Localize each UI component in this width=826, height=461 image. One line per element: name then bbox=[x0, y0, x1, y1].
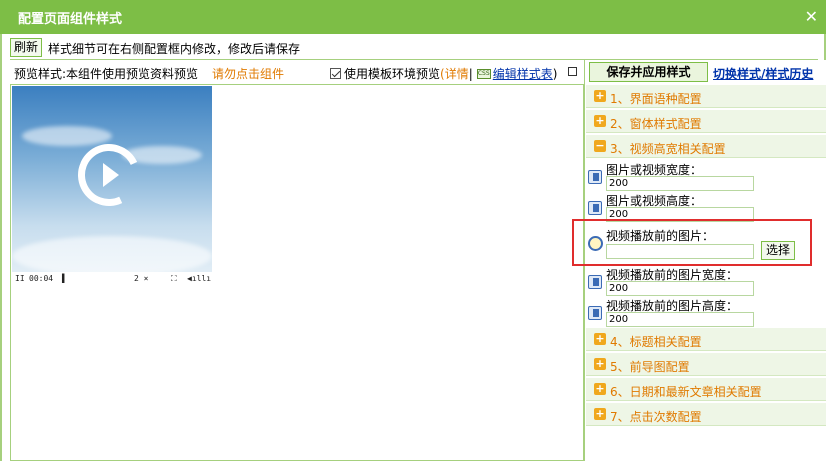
refresh-button[interactable]: 刷新 bbox=[10, 38, 43, 57]
section-title[interactable]: + 4、标题相关配置 bbox=[586, 328, 826, 351]
field-icon bbox=[588, 275, 602, 289]
section-video-size[interactable]: − 3、视频高宽相关配置 bbox=[586, 135, 826, 158]
preview-pane: II 00:04 ▌ 2 × ⛶ ◀ıllı bbox=[10, 84, 584, 461]
detail-close-paren: ) bbox=[552, 66, 558, 81]
section-label: 2、窗体样式配置 bbox=[610, 117, 702, 131]
detail-link[interactable]: 详情 bbox=[445, 65, 469, 82]
pause-icon[interactable]: II bbox=[15, 274, 25, 283]
css-icon: CSS bbox=[476, 68, 491, 79]
preview-warning: 请勿点击组件 bbox=[212, 67, 285, 81]
cloud-decoration bbox=[22, 126, 112, 146]
field-poster-height: 视频播放前的图片高度： bbox=[586, 296, 826, 328]
template-preview-option: 使用模板环境预览 ( 详情 | CSS 编辑样式表 ) bbox=[330, 65, 557, 82]
toolbar-tip: 样式细节可在右侧配置框内修改，修改后请保存 bbox=[48, 42, 301, 56]
field-icon bbox=[588, 306, 602, 320]
fullscreen-icon[interactable]: ⛶ bbox=[171, 274, 177, 284]
poster-height-input[interactable] bbox=[606, 312, 754, 327]
volume-icon[interactable]: ◀ıllı bbox=[187, 274, 211, 283]
field-icon bbox=[588, 170, 602, 184]
section-label: 4、标题相关配置 bbox=[610, 335, 702, 349]
expand-icon: + bbox=[594, 114, 606, 127]
collapse-icon: − bbox=[594, 139, 606, 152]
zoom-indicator[interactable]: 2 × bbox=[134, 274, 148, 283]
dialog-title: 配置页面组件样式 bbox=[18, 12, 123, 27]
section-click-count[interactable]: + 7、点击次数配置 bbox=[586, 403, 826, 426]
expand-icon: + bbox=[594, 332, 606, 345]
playback-time: 00:04 bbox=[29, 274, 54, 283]
media-width-input[interactable] bbox=[606, 176, 754, 191]
preview-label: 预览样式:本组件使用预览资料预览 bbox=[14, 67, 199, 81]
square-icon[interactable] bbox=[568, 67, 577, 76]
play-icon[interactable] bbox=[103, 163, 119, 187]
video-player[interactable]: II 00:04 ▌ 2 × ⛶ ◀ıllı bbox=[12, 86, 212, 286]
expand-icon: + bbox=[594, 407, 606, 420]
field-media-width: 图片或视频宽度： bbox=[586, 160, 826, 192]
save-apply-button[interactable]: 保存并应用样式 bbox=[589, 62, 708, 82]
section-language[interactable]: + 1、界面语种配置 bbox=[586, 85, 826, 108]
field-icon bbox=[588, 201, 602, 215]
link-separator: | bbox=[468, 66, 473, 81]
progress-marker[interactable]: ▌ bbox=[62, 274, 67, 283]
section-label: 5、前导图配置 bbox=[610, 360, 690, 374]
edit-stylesheet-link[interactable]: 编辑样式表 bbox=[493, 65, 553, 82]
cloud-decoration bbox=[12, 236, 212, 276]
highlight-frame bbox=[572, 219, 812, 266]
poster-width-input[interactable] bbox=[606, 281, 754, 296]
use-template-label[interactable]: 使用模板环境预览 bbox=[344, 65, 440, 82]
style-history-link[interactable]: 切换样式/样式历史 bbox=[713, 65, 813, 82]
section-label: 7、点击次数配置 bbox=[610, 410, 702, 424]
dialog-titlebar: 配置页面组件样式 ✕ bbox=[0, 0, 826, 34]
section-label: 1、界面语种配置 bbox=[610, 92, 702, 106]
section-date-latest[interactable]: + 6、日期和最新文章相关配置 bbox=[586, 378, 826, 401]
section-label: 3、视频高宽相关配置 bbox=[610, 142, 726, 156]
expand-icon: + bbox=[594, 357, 606, 370]
player-controls: II 00:04 ▌ 2 × ⛶ ◀ıllı bbox=[12, 272, 212, 286]
field-poster-width: 视频播放前的图片宽度： bbox=[586, 265, 826, 297]
expand-icon: + bbox=[594, 382, 606, 395]
section-window-style[interactable]: + 2、窗体样式配置 bbox=[586, 110, 826, 133]
expand-icon: + bbox=[594, 89, 606, 102]
close-icon[interactable]: ✕ bbox=[805, 7, 818, 26]
section-label: 6、日期和最新文章相关配置 bbox=[610, 385, 762, 399]
use-template-checkbox[interactable] bbox=[330, 68, 341, 79]
section-lead-image[interactable]: + 5、前导图配置 bbox=[586, 353, 826, 376]
